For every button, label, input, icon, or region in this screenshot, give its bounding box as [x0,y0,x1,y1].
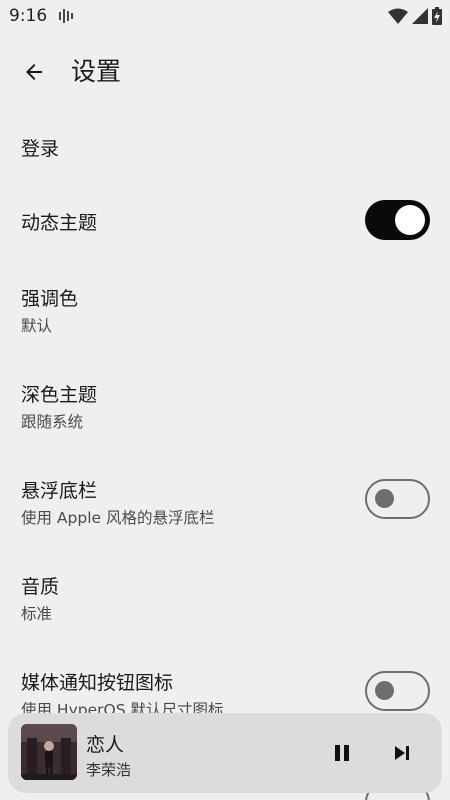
arrow-back-icon [26,64,42,80]
skip-next-icon [395,746,409,760]
setting-subtitle: 使用 Apple 风格的悬浮底栏 [21,509,215,527]
toggle-knob [395,205,425,235]
song-title: 恋人 [86,734,125,756]
floating-bar-toggle[interactable] [365,479,430,519]
setting-title: 悬浮底栏 [21,480,98,502]
battery-charging-icon [432,7,442,25]
toggle-knob [375,489,394,508]
setting-title: 登录 [21,138,60,160]
album-cover [21,724,77,780]
dynamic-theme-toggle[interactable] [365,200,430,240]
setting-title: 音质 [21,576,60,598]
setting-subtitle: 跟随系统 [21,413,84,431]
app-bar: 设置 [0,40,450,104]
notification-icon [59,9,73,23]
skip-next-button[interactable] [382,733,422,773]
status-icons [388,6,442,26]
toggle-knob [375,681,394,700]
mini-player[interactable]: 恋人 李荣浩 [8,713,442,793]
media-notification-icon-toggle[interactable] [365,671,430,711]
song-artist: 李荣浩 [86,761,132,779]
setting-accent-color[interactable]: 强调色 默认 [0,262,450,352]
pause-icon [335,745,349,761]
setting-title: 强调色 [21,288,79,310]
setting-audio-quality[interactable]: 音质 标准 [0,550,450,640]
setting-title: 动态主题 [21,212,98,234]
setting-dynamic-theme[interactable]: 动态主题 [0,184,450,258]
pause-button[interactable] [322,733,362,773]
setting-login[interactable]: 登录 [0,110,450,182]
wifi-icon [388,8,408,24]
status-time: 9:16 [9,6,48,26]
back-button[interactable] [16,54,52,90]
setting-dark-theme[interactable]: 深色主题 跟随系统 [0,358,450,448]
cell-signal-icon [412,8,428,24]
setting-title: 深色主题 [21,384,98,406]
setting-subtitle: 标准 [21,605,53,623]
setting-title: 媒体通知按钮图标 [21,672,174,694]
setting-floating-bar[interactable]: 悬浮底栏 使用 Apple 风格的悬浮底栏 [0,454,450,546]
album-cover-art [21,724,77,780]
status-bar: 9:16 [0,0,450,32]
settings-screen: 9:16 设置 登录 动态主题 强调色 默认 深色主题 跟随系统 悬浮底栏 使用… [0,0,450,800]
page-title: 设置 [71,57,122,86]
setting-subtitle: 默认 [21,317,53,335]
